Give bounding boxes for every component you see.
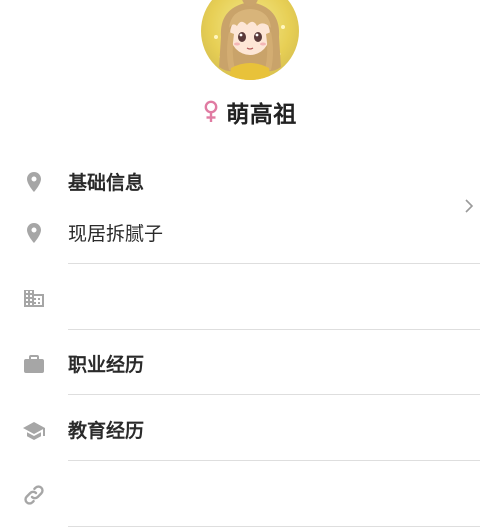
- basic-info-row[interactable]: 基础信息: [0, 168, 500, 198]
- career-label: 职业经历: [68, 354, 145, 376]
- link-icon: [22, 483, 46, 507]
- education-label: 教育经历: [68, 420, 145, 442]
- divider: [68, 526, 480, 527]
- location-pin-icon: [22, 221, 46, 245]
- divider: [68, 329, 480, 330]
- female-symbol-icon: [203, 100, 219, 124]
- basic-info-label: 基础信息: [68, 172, 145, 194]
- divider: [68, 460, 480, 461]
- divider: [68, 263, 480, 264]
- location-pin-icon: [22, 170, 46, 194]
- building-icon: [22, 286, 46, 310]
- anime-girl-avatar-image: [214, 0, 285, 80]
- link-row[interactable]: [0, 482, 500, 512]
- education-row[interactable]: 教育经历: [0, 416, 500, 446]
- avatar[interactable]: [201, 0, 299, 80]
- briefcase-icon: [22, 352, 46, 376]
- residence-row[interactable]: 现居拆腻子: [0, 219, 500, 249]
- chevron-right-icon[interactable]: [463, 198, 475, 214]
- profile-name-row: 萌高祖: [0, 92, 500, 132]
- career-row[interactable]: 职业经历: [0, 350, 500, 380]
- company-row[interactable]: [0, 285, 500, 315]
- divider: [68, 394, 480, 395]
- profile-name: 萌高祖: [226, 102, 297, 128]
- graduation-cap-icon: [22, 419, 46, 443]
- profile-page: 萌高祖 基础信息 现居拆腻子 职业经历 教育经历: [0, 0, 500, 530]
- residence-label: 现居拆腻子: [68, 223, 164, 245]
